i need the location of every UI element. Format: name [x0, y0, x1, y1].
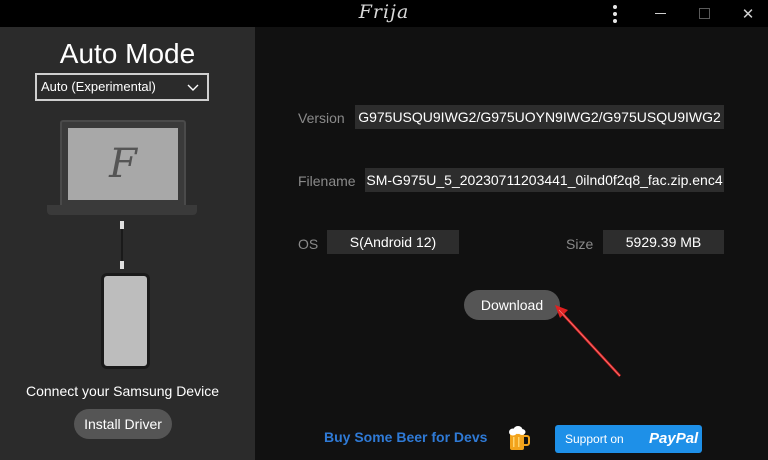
size-value: 5929.39 MB — [603, 230, 724, 254]
connect-instruction: Connect your Samsung Device — [26, 383, 219, 399]
os-value: S(Android 12) — [327, 230, 459, 254]
buy-beer-link[interactable]: Buy Some Beer for Devs — [324, 429, 487, 445]
title-bar: Frija ✕ — [0, 0, 768, 27]
kebab-menu-button[interactable] — [595, 0, 635, 27]
size-label: Size — [566, 236, 594, 252]
paypal-logo: PayPal — [649, 430, 699, 447]
frija-logo: F — [109, 141, 137, 187]
left-panel: Auto Mode Auto (Experimental) F Connect … — [0, 27, 255, 460]
minimize-button[interactable] — [640, 0, 680, 27]
filename-value: SM-G975U_5_20230711203441_0ilnd0f2q8_fac… — [365, 168, 724, 192]
download-button[interactable]: Download — [464, 290, 560, 320]
beer-mug-icon[interactable] — [507, 424, 531, 452]
close-button[interactable]: ✕ — [728, 0, 768, 27]
maximize-button[interactable] — [684, 0, 724, 27]
mode-title: Auto Mode — [59, 38, 196, 69]
paypal-support-button[interactable]: Support on PayPal — [555, 425, 702, 453]
mode-select[interactable]: Auto (Experimental) — [35, 73, 209, 101]
paypal-support-label: Support on — [565, 432, 624, 446]
install-driver-button[interactable]: Install Driver — [74, 409, 172, 439]
laptop-illustration: F — [60, 120, 186, 208]
close-icon: ✕ — [741, 4, 755, 23]
laptop-display: F — [68, 128, 178, 200]
filename-label: Filename — [298, 173, 356, 189]
version-label: Version — [298, 110, 345, 126]
phone-illustration — [101, 273, 150, 369]
mode-select-value: Auto (Experimental) — [41, 79, 156, 94]
chevron-down-icon — [187, 81, 199, 96]
os-label: OS — [298, 236, 319, 252]
minimize-icon — [654, 13, 666, 14]
usb-cable-icon — [120, 217, 124, 273]
maximize-icon — [698, 8, 710, 19]
laptop-base — [47, 205, 197, 215]
kebab-menu-icon — [613, 4, 617, 23]
red-arrow-annotation — [555, 305, 621, 377]
version-value: G975USQU9IWG2/G975UOYN9IWG2/G975USQU9IWG… — [355, 105, 724, 129]
